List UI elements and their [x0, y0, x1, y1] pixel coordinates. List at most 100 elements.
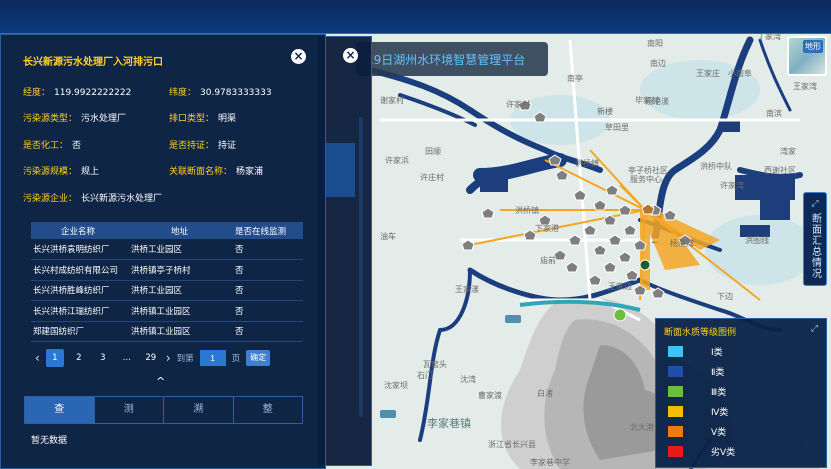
close-icon[interactable]: × [291, 49, 306, 64]
map-label: 杨港漾 [645, 97, 669, 106]
table-row[interactable]: 长兴洪桥胜峰纺织厂 洪桥工业园区 否 [31, 280, 303, 301]
cell-online: 否 [235, 300, 303, 322]
pagination: ‹ 1 2 3 ... 29 › 到第 页 确定 [35, 348, 276, 368]
page-button-1[interactable]: 1 [45, 349, 64, 367]
section-summary-label: 断面汇总情况 [809, 213, 821, 279]
map-label: 瓦窑头 [423, 360, 447, 369]
basemap-toggle-button[interactable]: 地形 [787, 36, 827, 76]
field-linked-section: 关联断面名称： 杨家浦 [169, 167, 264, 177]
map-label: 南阳 [647, 39, 663, 48]
map-label: 许家村 [506, 100, 530, 109]
road-shield-g50 [505, 315, 521, 323]
secondary-panel: × [318, 36, 372, 466]
map-label: 白渚 [537, 389, 553, 398]
map-label: 田顺 [425, 147, 441, 156]
cell-online: 否 [235, 321, 303, 342]
tab-check[interactable]: 查 [25, 397, 95, 423]
expand-icon[interactable]: ⤢ [811, 324, 818, 334]
prev-page-button[interactable]: ‹ [35, 351, 40, 365]
monitoring-section-marker[interactable] [613, 308, 627, 322]
cell-online: 否 [235, 280, 303, 301]
map-label: 洪桥鎮 [575, 159, 599, 168]
collapse-icon[interactable]: ^ [156, 375, 165, 388]
field-outlet-type: 排口类型： 明渠 [169, 114, 237, 124]
legend-label: Ⅱ类 [711, 367, 725, 378]
column-header: 是否在线监测 [235, 222, 303, 239]
legend-swatch [668, 405, 683, 417]
map-label: 湾家 [780, 147, 796, 156]
map-label: 下边 [717, 292, 733, 301]
map-label: 王家庄 [696, 69, 720, 78]
map-label: 王家湾 [793, 82, 817, 91]
legend-item: 劣Ⅴ类 [668, 444, 735, 458]
table-header-row: 企业名称 地址 是否在线监测 [31, 222, 303, 239]
map-label: 小南阜 [728, 69, 752, 78]
page-unit-label: 页 [231, 354, 241, 364]
map-label: 洪图线 [745, 236, 769, 245]
tab-monitor[interactable]: 测 [95, 397, 164, 423]
page-button-last[interactable]: 29 [142, 349, 160, 367]
map-label: 服务中心 [630, 175, 662, 184]
scrollbar[interactable] [359, 117, 363, 417]
cell-address: 洪桥镇工业园区 [131, 300, 235, 322]
legend-swatch [668, 425, 683, 437]
table-row[interactable]: 郑建国纺织厂 洪桥镇工业园区 否 [31, 321, 303, 342]
panel-title: 长兴新源污水处理厂入河排污口 [23, 57, 163, 68]
legend-swatch [668, 345, 683, 357]
legend-label: Ⅲ类 [711, 387, 727, 398]
legend-swatch [668, 365, 683, 377]
legend-item: Ⅳ类 [668, 404, 728, 418]
field-latitude: 纬度： 30.9783333333 [169, 88, 272, 98]
cell-name: 郑建国纺织厂 [31, 321, 131, 342]
field-chemical: 是否化工：否 [23, 141, 82, 151]
legend-swatch [668, 445, 683, 457]
cell-address: 洪桥工业园区 [131, 280, 235, 301]
map-label: 南滨 [766, 109, 782, 118]
map-label: 沈家坝 [384, 381, 408, 390]
map-label: 王家边 [608, 282, 632, 291]
page-ellipsis: ... [122, 353, 131, 363]
field-source-enterprise: 污染源企业： 长兴新源污水处理厂 [23, 194, 163, 204]
basemap-label: 地形 [803, 40, 823, 53]
map-label: 李家巷中学 [530, 458, 570, 467]
confirm-goto-button[interactable]: 确定 [246, 350, 271, 366]
map-label: 洪桥镇 [515, 206, 539, 215]
map-label: 北大港 [630, 423, 654, 432]
table-row[interactable]: 长兴村成纺织有限公司 洪桥镇亭子桥村 否 [31, 259, 303, 281]
column-header: 企业名称 [31, 222, 131, 239]
cell-name: 长兴洪桥江瑞纺织厂 [31, 300, 131, 322]
map-label: 许庄村 [420, 173, 444, 182]
goto-page-input[interactable] [199, 350, 226, 366]
cell-address: 洪桥镇亭子桥村 [131, 259, 235, 281]
expand-icon: ⤢ [811, 199, 819, 209]
next-page-button[interactable]: › [166, 351, 171, 365]
page-button-3[interactable]: 3 [94, 349, 112, 367]
close-icon[interactable]: × [343, 48, 358, 63]
field-source-scale: 污染源规模： 规上 [23, 167, 100, 177]
cell-online: 否 [235, 259, 303, 281]
field-licensed: 是否持证： 持证 [169, 141, 237, 151]
map-label: 西谢社区 [764, 166, 796, 175]
map-label: 新楼 [597, 107, 613, 116]
map-label: 丁家湾 [757, 32, 781, 41]
monitoring-section-marker[interactable] [639, 259, 651, 271]
legend-item: Ⅰ类 [668, 344, 723, 358]
map-label: 沈湾 [460, 375, 476, 384]
table-row[interactable]: 长兴洪桥袁明纺织厂 洪桥工业园区 否 [31, 239, 303, 260]
legend-item: Ⅲ类 [668, 384, 726, 398]
tab-trace[interactable]: 溯 [164, 397, 234, 423]
goto-label: 到第 [176, 354, 194, 364]
page-button-2[interactable]: 2 [70, 349, 88, 367]
table-row[interactable]: 长兴洪桥江瑞纺织厂 洪桥镇工业园区 否 [31, 300, 303, 322]
map-label: 南边 [650, 59, 666, 68]
legend-label: Ⅴ类 [711, 427, 727, 438]
map-label: 王家漾 [455, 285, 479, 294]
map-label: 浙江省长兴县 [488, 440, 536, 449]
legend-item: Ⅴ类 [668, 424, 726, 438]
section-summary-tab[interactable]: ⤢ 断面汇总情况 [803, 192, 827, 286]
field-source-type: 污染源类型： 污水处理厂 [23, 114, 127, 124]
map-label: 谢家村 [380, 96, 404, 105]
tab-rectify[interactable]: 整 [234, 397, 303, 423]
map-label: 许家浜 [385, 156, 409, 165]
action-tabs: 查 测 溯 整 [24, 396, 303, 424]
